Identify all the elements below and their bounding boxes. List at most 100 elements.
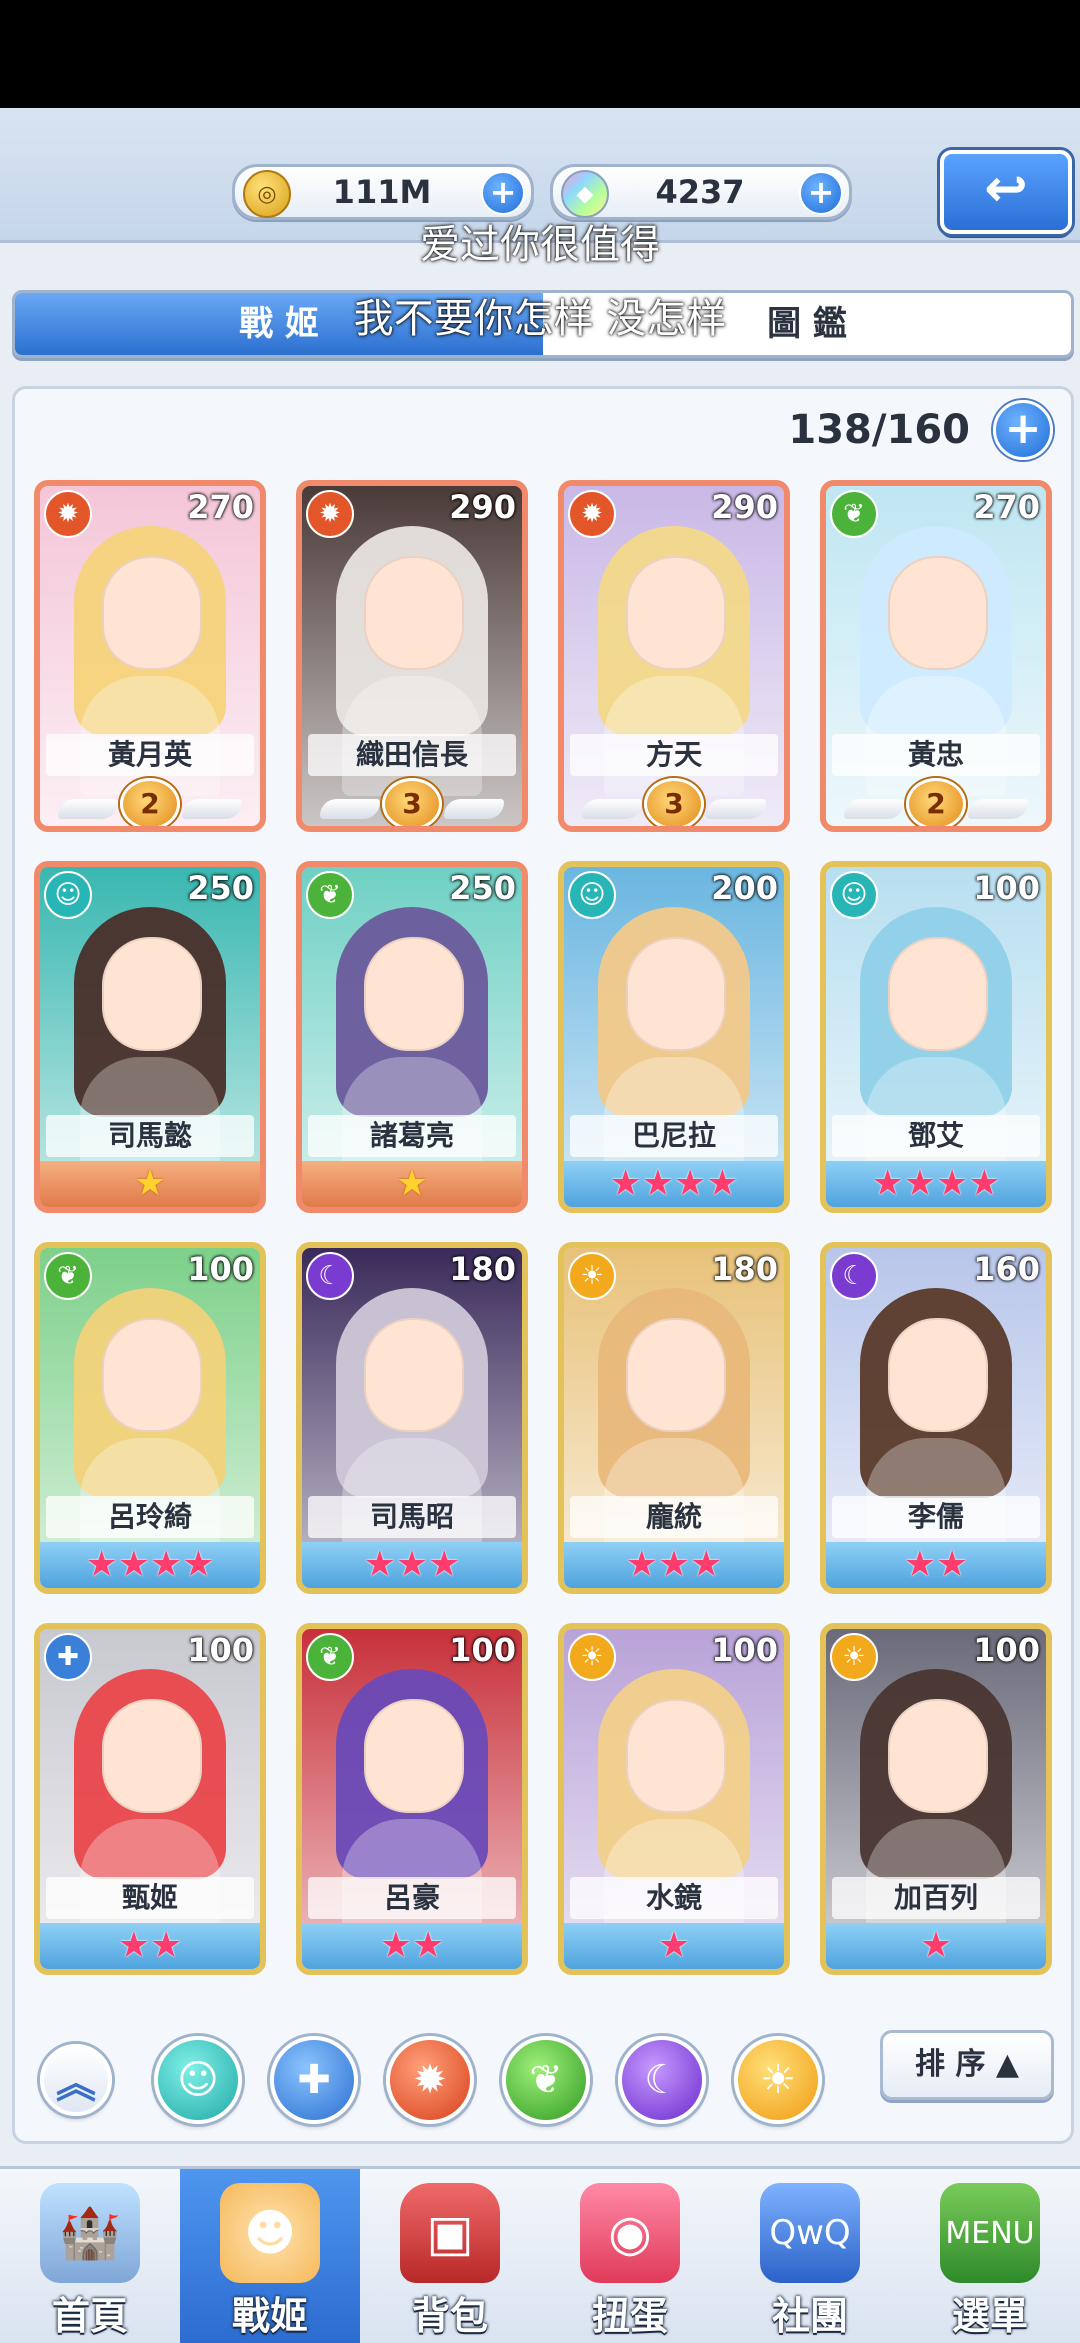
card-name: 方天 (570, 734, 778, 776)
wood-element-icon[interactable]: ❦ (502, 2036, 590, 2124)
heroine-card[interactable]: ✚ 100 甄姬 ★★ (34, 1623, 266, 1975)
wing-right-icon (706, 798, 766, 819)
light-element-icon: ☀ (830, 1633, 878, 1681)
star-icons: ★★★★ (85, 1544, 215, 1585)
heroine-card[interactable]: ☺ 200 巴尼拉 ★★★★ (558, 861, 790, 1213)
card-power: 290 (711, 488, 778, 526)
card-name: 李儒 (832, 1496, 1040, 1538)
nav-heroines-label: 戰姬 (231, 2294, 308, 2338)
nav-heroines[interactable]: ☻ 戰姬 (180, 2169, 360, 2343)
gold-value: 111M (332, 173, 432, 211)
star-rating: ★★ (826, 1542, 1046, 1588)
heroine-card[interactable]: ☀ 100 加百列 ★ (820, 1623, 1052, 1975)
heal-element-icon[interactable]: ✚ (270, 2036, 358, 2124)
star-rating: ★★★★ (40, 1542, 260, 1588)
star-rating: ★★★ (564, 1542, 784, 1588)
heroine-card[interactable]: ✹ 290 方天 3 (558, 480, 790, 832)
card-power: 100 (973, 869, 1040, 907)
card-power: 270 (973, 488, 1040, 526)
card-power: 100 (187, 1631, 254, 1669)
portrait-face (626, 556, 726, 670)
water-element-icon: ☺ (568, 871, 616, 919)
heroine-card[interactable]: ☾ 160 李儒 ★★ (820, 1242, 1052, 1594)
star-icons: ★★★★ (871, 1163, 1001, 1204)
star-icons: ★★ (379, 1925, 445, 1966)
crystal-icon: ◆ (561, 170, 609, 218)
portrait-face (888, 1699, 988, 1813)
star-rating: ★ (302, 1161, 522, 1207)
heroine-card[interactable]: ☾ 180 司馬昭 ★★★ (296, 1242, 528, 1594)
portrait-face (102, 1699, 202, 1813)
lyric-line-2: 我不要你怎样 没怎样 (353, 296, 727, 342)
wood-element-icon: ❦ (306, 1633, 354, 1681)
heroine-card[interactable]: ☀ 180 龐統 ★★★ (558, 1242, 790, 1594)
card-name: 龐統 (570, 1496, 778, 1538)
expand-capacity-button[interactable]: + (993, 400, 1053, 460)
card-power: 160 (973, 1250, 1040, 1288)
heroine-card[interactable]: ✹ 290 織田信長 3 (296, 480, 528, 832)
card-name: 黃忠 (832, 734, 1040, 776)
heroine-card[interactable]: ☀ 100 水鏡 ★ (558, 1623, 790, 1975)
wing-left-icon (58, 798, 118, 819)
portrait-face (888, 937, 988, 1051)
status-bar (0, 0, 1080, 108)
fire-element-icon[interactable]: ✹ (386, 2036, 474, 2124)
add-gold-button[interactable]: + (481, 171, 525, 215)
nav-menu-label: 選單 (951, 2294, 1028, 2338)
bottom-navigation: 🏰 首頁 ☻ 戰姬 ▣ 背包 ◉ 扭蛋 QwQ 社團 MENU 選單 (0, 2166, 1080, 2343)
back-arrow-icon: ↩ (984, 159, 1028, 219)
heroine-card[interactable]: ❦ 100 呂玲綺 ★★★★ (34, 1242, 266, 1594)
star-rating: ★ (826, 1923, 1046, 1969)
heroine-card[interactable]: ❦ 270 黃忠 2 (820, 480, 1052, 832)
menu-book-icon: MENU (940, 2183, 1040, 2283)
coin-icon: ◎ (243, 170, 291, 218)
star-rating: ★ (40, 1161, 260, 1207)
wood-element-icon: ❦ (830, 490, 878, 538)
wood-element-icon: ❦ (44, 1252, 92, 1300)
card-name: 司馬昭 (308, 1496, 516, 1538)
nav-gacha-label: 扭蛋 (591, 2294, 668, 2338)
portrait-face (364, 1699, 464, 1813)
portrait-face (102, 1318, 202, 1432)
light-element-icon[interactable]: ☀ (734, 2036, 822, 2124)
card-power: 100 (711, 1631, 778, 1669)
heroine-card[interactable]: ✹ 270 黃月英 2 (34, 480, 266, 832)
portrait-face (626, 937, 726, 1051)
portrait-face (364, 937, 464, 1051)
card-power: 250 (449, 869, 516, 907)
lyric-line-1: 爱过你很值得 (420, 222, 660, 268)
card-name: 諸葛亮 (308, 1115, 516, 1157)
add-gems-button[interactable]: + (799, 171, 843, 215)
heroine-card[interactable]: ☺ 250 司馬懿 ★ (34, 861, 266, 1213)
heroine-card[interactable]: ☺ 100 鄧艾 ★★★★ (820, 861, 1052, 1213)
nav-gacha[interactable]: ◉ 扭蛋 (540, 2169, 720, 2343)
rank-value: 3 (382, 778, 442, 826)
nav-guild[interactable]: QwQ 社團 (720, 2169, 900, 2343)
filter-bar: ︽ ☺ ✚ ✹ ❦ ☾ ☀ 排 序 ▲ (12, 2000, 1068, 2136)
rank-emblem: 2 (40, 778, 260, 826)
dark-element-icon[interactable]: ☾ (618, 2036, 706, 2124)
card-name: 甄姬 (46, 1877, 254, 1919)
card-power: 100 (449, 1631, 516, 1669)
nav-backpack[interactable]: ▣ 背包 (360, 2169, 540, 2343)
heroine-card[interactable]: ❦ 100 呂豪 ★★ (296, 1623, 528, 1975)
heal-element-icon: ✚ (44, 1633, 92, 1681)
nav-menu[interactable]: MENU 選單 (900, 2169, 1080, 2343)
rank-emblem: 2 (826, 778, 1046, 826)
card-power: 180 (449, 1250, 516, 1288)
wing-left-icon (320, 798, 380, 819)
sort-button[interactable]: 排 序 ▲ (880, 2030, 1054, 2100)
fire-element-icon: ✹ (44, 490, 92, 538)
gem-value: 4237 (655, 173, 745, 211)
portrait-face (364, 1318, 464, 1432)
heroine-card[interactable]: ❦ 250 諸葛亮 ★ (296, 861, 528, 1213)
card-power: 100 (973, 1631, 1040, 1669)
water-element-icon[interactable]: ☺ (154, 2036, 242, 2124)
collapse-up-icon[interactable]: ︽ (40, 2044, 112, 2116)
card-name: 司馬懿 (46, 1115, 254, 1157)
star-rating: ★★ (40, 1923, 260, 1969)
star-rating: ★★★ (302, 1542, 522, 1588)
portrait-face (102, 556, 202, 670)
star-icons: ★★★ (363, 1544, 461, 1585)
nav-home[interactable]: 🏰 首頁 (0, 2169, 180, 2343)
